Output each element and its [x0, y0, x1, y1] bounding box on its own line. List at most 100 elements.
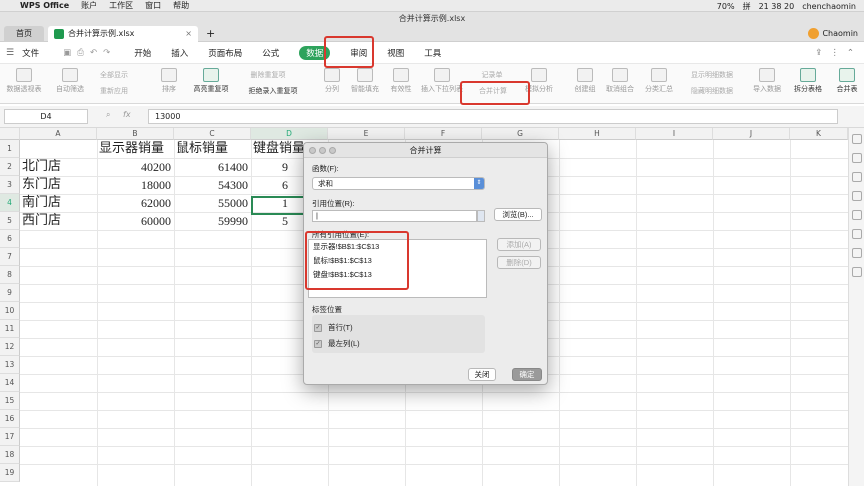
create-group-button[interactable]: 创建组	[570, 68, 600, 94]
show-all-button[interactable]: 全部显示	[92, 70, 136, 80]
menu-help[interactable]: 帮助	[173, 0, 189, 11]
show-detail-button[interactable]: 显示明细数据	[682, 70, 742, 80]
zoom-icon[interactable]: ⌕	[106, 110, 110, 119]
ime-indicator[interactable]: 拼	[743, 1, 751, 12]
panel-format-icon[interactable]	[851, 191, 862, 201]
row-header[interactable]: 3	[0, 176, 20, 194]
col-header-a[interactable]: A	[20, 128, 97, 140]
row-header[interactable]: 9	[0, 284, 20, 302]
user-name[interactable]: chenchaomin	[802, 2, 856, 11]
tab-insert[interactable]: 插入	[171, 47, 188, 59]
cell-b4[interactable]: 62000	[97, 194, 174, 212]
split-column-button[interactable]: 分列	[320, 68, 344, 94]
row-header[interactable]: 4	[0, 194, 20, 212]
col-header-g[interactable]: G	[482, 128, 559, 140]
panel-select-icon[interactable]	[851, 134, 862, 144]
col-header-h[interactable]: H	[559, 128, 636, 140]
cell-d3[interactable]: 6	[282, 176, 302, 194]
tab-tools[interactable]: 工具	[424, 47, 441, 59]
panel-filter-icon[interactable]	[851, 210, 862, 220]
row-header[interactable]: 17	[0, 428, 20, 446]
row-header[interactable]: 18	[0, 446, 20, 464]
panel-help-icon[interactable]	[851, 267, 862, 277]
col-header-d[interactable]: D	[251, 128, 328, 140]
panel-property-icon[interactable]	[851, 172, 862, 182]
ungroup-button[interactable]: 取消组合	[604, 68, 636, 94]
row-header[interactable]: 14	[0, 374, 20, 392]
range-picker-icon[interactable]	[477, 210, 485, 222]
row-header[interactable]: 8	[0, 266, 20, 284]
panel-tools-icon[interactable]	[851, 248, 862, 258]
cell-b5[interactable]: 60000	[97, 212, 174, 230]
hamburger-icon[interactable]: ☰	[6, 48, 14, 58]
function-select[interactable]: 求和 ⇕	[312, 177, 485, 190]
select-all-corner[interactable]	[0, 128, 20, 140]
new-tab-button[interactable]: +	[206, 26, 215, 42]
highlight-duplicates-button[interactable]: 高亮重复项	[188, 68, 234, 94]
row-header[interactable]: 6	[0, 230, 20, 248]
import-data-button[interactable]: 导入数据	[752, 68, 782, 94]
cell-d2[interactable]: 9	[282, 158, 302, 176]
delete-button[interactable]: 删除(D)	[497, 256, 541, 269]
share-icon[interactable]: ⇪	[815, 48, 822, 58]
cell-c3[interactable]: 54300	[174, 176, 251, 194]
tab-home[interactable]: 首页	[4, 26, 44, 42]
collapse-icon[interactable]: ⌃	[847, 48, 854, 58]
cell-c5[interactable]: 59990	[174, 212, 251, 230]
cell-a5[interactable]: 西门店	[22, 212, 97, 230]
cell-c1[interactable]: 鼠标销量	[176, 140, 251, 158]
split-table-button[interactable]: 拆分表格	[788, 68, 828, 94]
smart-fill-button[interactable]: 智能填充	[348, 68, 382, 94]
row-header[interactable]: 15	[0, 392, 20, 410]
cell-c2[interactable]: 61400	[174, 158, 251, 176]
print-icon[interactable]: ⎙	[77, 48, 84, 58]
col-header-j[interactable]: J	[713, 128, 790, 140]
row-header[interactable]: 7	[0, 248, 20, 266]
reject-duplicates-button[interactable]: 拒绝录入重复项	[238, 86, 308, 96]
clock[interactable]: 21 38 20	[759, 2, 795, 11]
cell-b3[interactable]: 18000	[97, 176, 174, 194]
file-menu[interactable]: 文件	[22, 47, 39, 59]
save-icon[interactable]: ▣	[63, 48, 71, 58]
panel-backup-icon[interactable]	[851, 229, 862, 239]
insert-dropdown-button[interactable]: 插入下拉列表	[420, 68, 464, 94]
fx-icon[interactable]: fx	[123, 110, 131, 119]
close-window-icon[interactable]	[309, 147, 316, 154]
cell-c4[interactable]: 55000	[174, 194, 251, 212]
cell-a4[interactable]: 南门店	[22, 194, 97, 212]
top-row-checkbox[interactable]: ✓ 首行(T)	[314, 322, 353, 333]
redo-icon[interactable]: ↷	[103, 48, 110, 58]
undo-icon[interactable]: ↶	[90, 48, 97, 58]
ok-button[interactable]: 确定	[512, 368, 542, 381]
col-header-e[interactable]: E	[328, 128, 405, 140]
sort-button[interactable]: 排序	[156, 68, 182, 94]
col-header-b[interactable]: B	[97, 128, 174, 140]
close-icon[interactable]: ×	[185, 26, 192, 42]
cell-a3[interactable]: 东门店	[22, 176, 97, 194]
col-header-k[interactable]: K	[790, 128, 848, 140]
minimize-window-icon[interactable]	[319, 147, 326, 154]
account-area[interactable]: Chaomin	[808, 28, 858, 39]
row-header[interactable]: 16	[0, 410, 20, 428]
reapply-button[interactable]: 重新应用	[92, 86, 136, 96]
auto-filter-button[interactable]: 自动筛选	[52, 68, 88, 94]
tab-start[interactable]: 开始	[134, 47, 151, 59]
menu-app-name[interactable]: WPS Office	[20, 1, 69, 10]
battery-level[interactable]: 70%	[717, 2, 735, 11]
tab-page-layout[interactable]: 页面布局	[208, 47, 242, 59]
menu-account[interactable]: 账户	[81, 0, 97, 11]
row-header[interactable]: 11	[0, 320, 20, 338]
tab-view[interactable]: 视图	[387, 47, 404, 59]
menu-workspace[interactable]: 工作区	[109, 0, 133, 11]
panel-style-icon[interactable]	[851, 153, 862, 163]
merge-table-button[interactable]: 合并表	[832, 68, 862, 94]
col-header-c[interactable]: C	[174, 128, 251, 140]
reference-input[interactable]: |	[312, 210, 477, 222]
record-form-button[interactable]: 记录单	[472, 70, 512, 80]
col-header-f[interactable]: F	[405, 128, 482, 140]
close-button[interactable]: 关闭	[468, 368, 496, 381]
row-header[interactable]: 10	[0, 302, 20, 320]
zoom-window-icon[interactable]	[329, 147, 336, 154]
row-header[interactable]: 2	[0, 158, 20, 176]
cell-b2[interactable]: 40200	[97, 158, 174, 176]
